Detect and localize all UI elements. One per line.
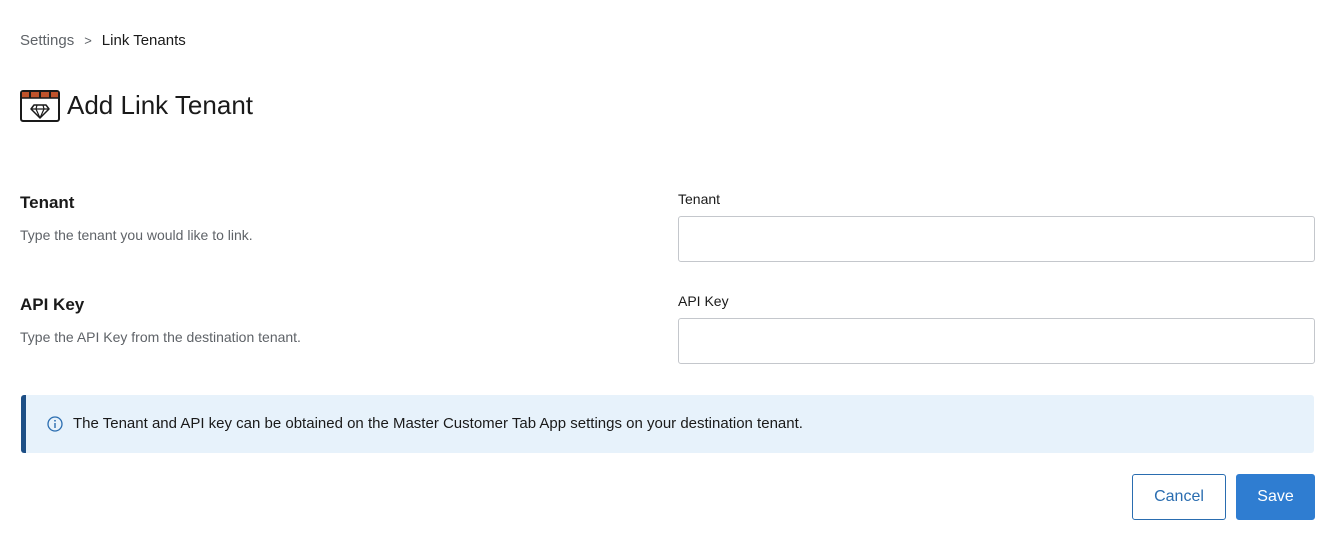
info-text: The Tenant and API key can be obtained o… xyxy=(73,415,803,432)
page: Settings > Link Tenants Add Link Tenant xyxy=(0,0,1331,537)
save-button[interactable]: Save xyxy=(1236,474,1315,520)
breadcrumb-separator: > xyxy=(84,33,92,48)
api-key-field-label: API Key xyxy=(678,293,729,309)
api-key-section-description: Type the API Key from the destination te… xyxy=(20,329,301,345)
info-banner: The Tenant and API key can be obtained o… xyxy=(21,395,1314,453)
breadcrumb-current: Link Tenants xyxy=(101,32,186,49)
tenant-section-label: Tenant xyxy=(20,193,75,212)
info-icon xyxy=(47,416,63,432)
breadcrumb: Settings > Link Tenants xyxy=(20,31,186,51)
tenant-input[interactable] xyxy=(678,216,1315,262)
cancel-button[interactable]: Cancel xyxy=(1132,474,1226,520)
tenant-field-label: Tenant xyxy=(678,191,721,207)
page-header: Add Link Tenant xyxy=(20,88,253,122)
api-key-section-label: API Key xyxy=(20,295,85,314)
tenant-diamond-icon xyxy=(20,88,60,122)
api-key-input[interactable] xyxy=(678,318,1315,364)
page-title: Add Link Tenant xyxy=(67,90,253,120)
breadcrumb-settings-link[interactable]: Settings xyxy=(20,31,74,51)
tenant-section-description: Type the tenant you would like to link. xyxy=(20,227,253,243)
